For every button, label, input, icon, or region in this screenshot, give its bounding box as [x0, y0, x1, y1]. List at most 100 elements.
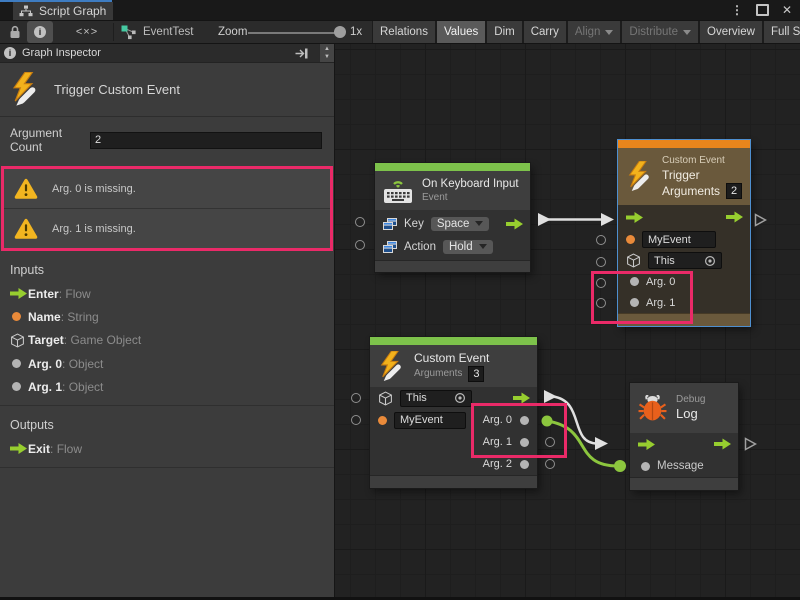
message-label: Message	[657, 460, 704, 472]
key-label: Key	[404, 218, 424, 230]
tab-script-graph[interactable]: Script Graph	[13, 2, 113, 20]
cube-icon[interactable]	[378, 391, 393, 406]
arg1-row: Arg. 1	[370, 431, 537, 453]
exit-port[interactable]	[726, 212, 743, 223]
zoom-slider-track[interactable]	[248, 32, 340, 34]
target-field[interactable]: This	[400, 390, 472, 407]
main-area: On Keyboard Input Event Key Space	[0, 44, 800, 600]
relations-button[interactable]: Relations	[373, 21, 435, 43]
scroll-down-icon[interactable]: ▼	[324, 53, 330, 61]
action-value-port[interactable]	[355, 240, 365, 250]
arg1-row: Arg. 1	[618, 292, 750, 313]
graph-toolbar: i <×> EventTest Zoom 1x Relations Values…	[0, 20, 800, 44]
flow-row	[618, 205, 750, 229]
code-view-button[interactable]: <×>	[70, 21, 104, 43]
input-port-name: Name String	[0, 305, 334, 328]
enter-port[interactable]	[638, 439, 655, 450]
argument-count-label: Argument Count	[10, 126, 86, 154]
distribute-button[interactable]: Distribute	[622, 21, 698, 43]
event-name-field[interactable]: MyEvent	[642, 231, 716, 248]
input-port-target: Target Game Object	[0, 328, 334, 352]
fullscreen-button[interactable]: Full Screen	[764, 21, 800, 43]
object-port-icon	[10, 359, 28, 368]
node-trigger-custom-event[interactable]: Custom Event Trigger Arguments 2	[618, 140, 750, 326]
key-value-port[interactable]	[355, 217, 365, 227]
object-port-dot[interactable]	[520, 438, 529, 447]
object-port-dot[interactable]	[630, 298, 639, 307]
trigger-target-port[interactable]	[596, 257, 606, 267]
graph-canvas[interactable]: On Keyboard Input Event Key Space	[335, 44, 800, 597]
enter-port[interactable]	[626, 212, 643, 223]
cube-icon[interactable]	[626, 253, 641, 268]
menu-icon[interactable]: ⋮	[731, 3, 743, 17]
object-picker-icon[interactable]	[704, 255, 716, 267]
object-port-dot[interactable]	[641, 462, 650, 471]
object-picker-icon[interactable]	[454, 392, 466, 404]
node-header: Custom Event Trigger Arguments 2	[618, 148, 750, 205]
custom-target-port[interactable]	[351, 393, 361, 403]
trigger-arg0-port[interactable]	[596, 278, 606, 288]
trigger-out-port[interactable]	[506, 218, 523, 229]
custom-name-port[interactable]	[351, 415, 361, 425]
lock-button[interactable]	[6, 21, 24, 43]
object-port-dot[interactable]	[630, 277, 639, 286]
object-port-dot[interactable]	[520, 416, 529, 425]
flow-arrow-icon	[10, 288, 28, 299]
arg2-row: Arg. 2	[370, 453, 537, 475]
zoom-value: 1x	[350, 26, 362, 38]
object-port-dot[interactable]	[520, 460, 529, 469]
node-title-line2: Arguments	[662, 183, 720, 199]
panel-scroll-stepper[interactable]: ▲ ▼	[319, 44, 334, 62]
event-name-field[interactable]: MyEvent	[394, 412, 466, 429]
code-icon: <×>	[76, 26, 98, 38]
scroll-up-icon[interactable]: ▲	[324, 45, 330, 53]
zoom-slider-handle[interactable]	[334, 26, 346, 38]
graph-breadcrumb[interactable]: EventTest	[121, 21, 194, 43]
warning-message: Arg. 0 is missing.	[52, 183, 136, 195]
window-controls: ⋮ ✕	[731, 0, 792, 20]
node-footer	[370, 475, 537, 488]
node-on-keyboard-input[interactable]: On Keyboard Input Event Key Space	[375, 163, 530, 272]
maximize-icon[interactable]	[756, 4, 769, 16]
arg0-row: Arg. 0	[618, 271, 750, 292]
dim-button[interactable]: Dim	[487, 21, 521, 43]
custom-arg2-port[interactable]	[545, 459, 555, 469]
argument-count-input[interactable]	[90, 132, 322, 149]
exit-port[interactable]	[714, 439, 731, 450]
trigger-out-port[interactable]	[513, 393, 530, 404]
port-name: Target	[28, 333, 64, 347]
event-node-color-bar	[375, 163, 530, 171]
trigger-node-color-bar	[618, 140, 750, 148]
dock-icon[interactable]	[295, 48, 309, 59]
inspector-title: Graph Inspector	[22, 47, 289, 59]
string-port-dot[interactable]	[626, 235, 635, 244]
close-icon[interactable]: ✕	[782, 3, 792, 17]
overview-button[interactable]: Overview	[700, 21, 762, 43]
port-name: Enter	[28, 287, 59, 301]
custom-arg1-port[interactable]	[545, 437, 555, 447]
trigger-name-port[interactable]	[596, 235, 606, 245]
graph-inspector-panel: i Graph Inspector ▲ ▼ T	[0, 44, 335, 597]
node-footer	[630, 477, 738, 490]
string-port-dot[interactable]	[378, 416, 387, 425]
zoom-label-wrap: Zoom	[218, 21, 247, 43]
inspector-toggle-button[interactable]: i	[27, 21, 53, 43]
node-footer	[618, 313, 750, 326]
target-row: This	[370, 387, 537, 409]
action-dropdown[interactable]: Hold	[443, 240, 493, 254]
target-field[interactable]: This	[648, 252, 722, 269]
carry-button[interactable]: Carry	[524, 21, 566, 43]
align-button[interactable]: Align	[568, 21, 621, 43]
key-dropdown[interactable]: Space	[431, 217, 490, 231]
arg2-label: Arg. 2	[483, 458, 512, 470]
values-button[interactable]: Values	[437, 21, 485, 43]
node-debug-log[interactable]: Debug Log Message	[630, 383, 738, 490]
node-custom-event[interactable]: Custom Event Arguments 3 This	[370, 337, 537, 488]
message-row: Message	[630, 455, 738, 477]
custom-event-icon	[378, 351, 405, 382]
node-body: Message	[630, 433, 738, 477]
node-footer	[375, 260, 530, 272]
custom-event-icon	[626, 161, 653, 192]
trigger-arg1-port[interactable]	[596, 298, 606, 308]
string-port-icon	[10, 312, 28, 321]
